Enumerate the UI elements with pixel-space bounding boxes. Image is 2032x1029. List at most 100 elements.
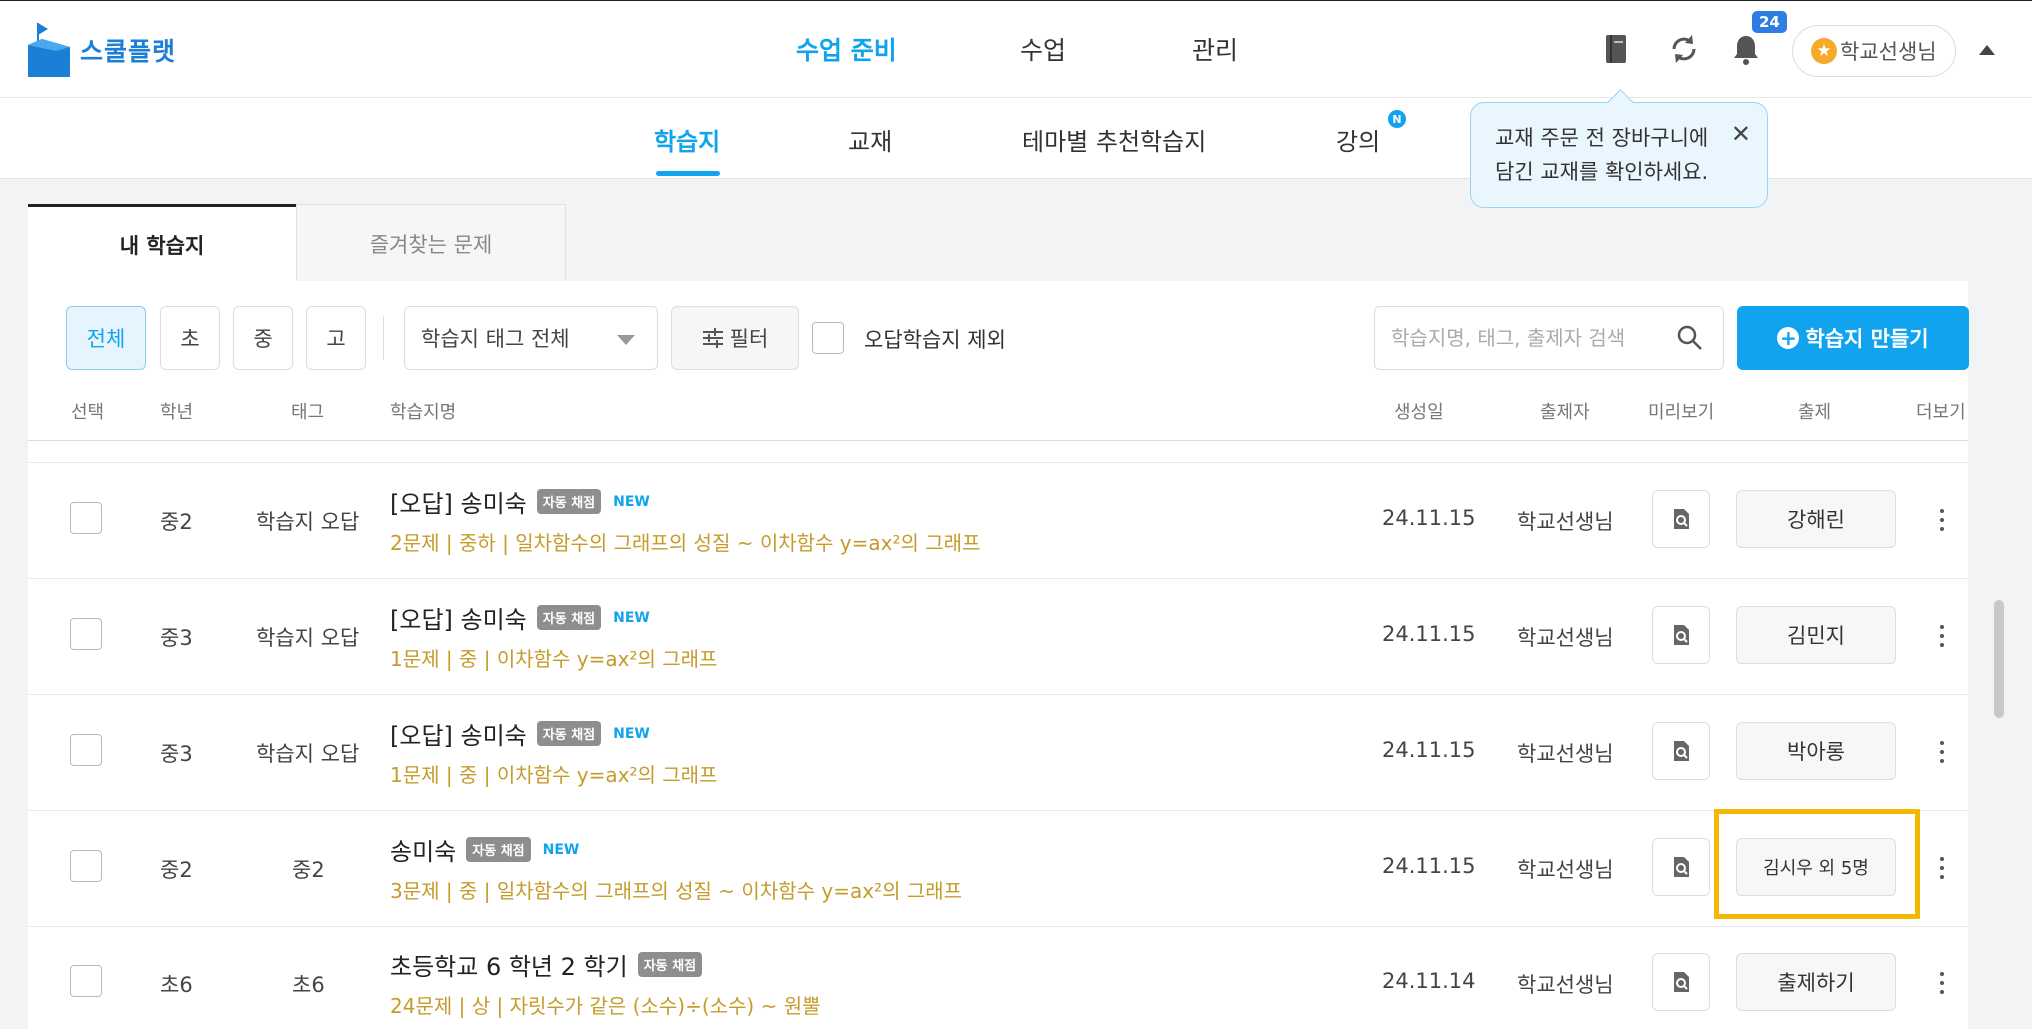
nav-item-class[interactable]: 수업 [1020, 31, 1066, 67]
row-subtitle: 24문제 | 상 | 자릿수가 같은 (소수)÷(소수) ~ 원뿔 [390, 994, 821, 1018]
row-checkbox[interactable] [70, 734, 102, 766]
user-menu[interactable]: ★ 학교선생님 [1792, 25, 1956, 77]
subnav-item-theme-recommend[interactable]: 테마별 추천학습지 [1022, 122, 1206, 157]
preview-icon [1674, 625, 1689, 645]
auto-grade-tag: 자동 채점 [536, 489, 602, 514]
row-title[interactable]: [오답] 송미숙 자동 채점 NEW [390, 716, 650, 751]
tab-favorite-questions[interactable]: 즐겨찾는 문제 [296, 204, 566, 282]
auto-grade-tag: 자동 채점 [637, 952, 703, 977]
row-subtitle: 2문제 | 중하 | 일차함수의 그래프의 성질 ~ 이차함수 y=ax²의 그… [390, 531, 981, 555]
preview-button[interactable] [1652, 490, 1710, 548]
row-title-text: [오답] 송미숙 [390, 490, 527, 518]
row-grade: 중3 [160, 626, 193, 650]
create-worksheet-button[interactable]: + 학습지 만들기 [1737, 306, 1969, 370]
row-title[interactable]: 송미숙 자동 채점 NEW [390, 832, 579, 867]
scrollbar[interactable] [1994, 600, 2004, 718]
toolbar-divider [383, 316, 384, 360]
row-checkbox[interactable] [70, 850, 102, 882]
new-tag: NEW [613, 725, 650, 742]
preview-button[interactable] [1652, 722, 1710, 780]
more-icon[interactable] [1934, 509, 1950, 531]
row-subtitle: 1문제 | 중 | 이차함수 y=ax²의 그래프 [390, 763, 718, 787]
col-grade: 학년 [160, 402, 194, 423]
user-name: 학교선생님 [1840, 40, 1937, 64]
more-icon[interactable] [1934, 741, 1950, 763]
row-author: 학교선생님 [1517, 510, 1614, 534]
row-tag: 학습지 오답 [256, 510, 360, 534]
grade-filter-high[interactable]: 고 [306, 306, 366, 370]
row-checkbox[interactable] [70, 618, 102, 650]
search-icon [1677, 325, 1702, 350]
filter-button[interactable]: 필터 [671, 306, 799, 370]
sliders-icon [702, 328, 723, 348]
new-tag: NEW [542, 841, 580, 858]
active-tab-underline [656, 171, 720, 176]
bell-icon[interactable] [1728, 31, 1764, 67]
more-icon[interactable] [1934, 625, 1950, 647]
grade-filter-all[interactable]: 전체 [66, 306, 146, 370]
col-preview: 미리보기 [1648, 402, 1715, 423]
search-button[interactable] [1657, 306, 1724, 370]
row-divider [28, 926, 1968, 927]
assign-button[interactable]: 출제하기 [1736, 953, 1896, 1011]
logo-flag-icon [28, 23, 70, 77]
row-title-text: 초등학교 6 학년 2 학기 [390, 953, 628, 981]
subnav-item-textbook[interactable]: 교재 [848, 122, 892, 157]
more-icon[interactable] [1934, 972, 1950, 994]
highlight-box [1714, 809, 1920, 919]
assign-button[interactable]: 김민지 [1736, 606, 1896, 664]
row-subtitle: 1문제 | 중 | 이차함수 y=ax²의 그래프 [390, 647, 718, 671]
grade-filter-elementary[interactable]: 초 [160, 306, 220, 370]
row-grade: 중2 [160, 858, 193, 882]
row-author: 학교선생님 [1517, 626, 1614, 650]
cart-tooltip: 교재 주문 전 장바구니에 담긴 교재를 확인하세요. ✕ [1470, 102, 1768, 208]
row-checkbox[interactable] [70, 502, 102, 534]
caret-up-icon[interactable] [1979, 45, 1995, 55]
row-tag: 중2 [292, 858, 325, 882]
col-more: 더보기 [1916, 402, 1966, 423]
tooltip-line-1: 교재 주문 전 장바구니에 [1495, 126, 1709, 150]
book-icon[interactable] [1598, 31, 1634, 67]
row-divider [28, 462, 1968, 463]
preview-button[interactable] [1652, 838, 1710, 896]
row-grade: 중3 [160, 742, 193, 766]
row-date: 24.11.15 [1382, 854, 1476, 878]
row-date: 24.11.15 [1382, 506, 1476, 530]
row-date: 24.11.14 [1382, 969, 1476, 993]
subnav-item-lecture[interactable]: 강의 [1336, 122, 1380, 157]
preview-button[interactable] [1652, 606, 1710, 664]
plus-circle-icon: + [1777, 327, 1800, 349]
preview-icon [1674, 857, 1689, 877]
row-checkbox[interactable] [70, 965, 102, 997]
auto-grade-tag: 자동 채점 [466, 837, 531, 862]
grade-filter-middle[interactable]: 중 [233, 306, 293, 370]
refresh-icon[interactable] [1666, 31, 1702, 67]
col-select: 선택 [71, 402, 105, 423]
preview-button[interactable] [1652, 953, 1710, 1011]
tag-select[interactable]: 학습지 태그 전체 [404, 306, 658, 370]
subnav-item-worksheet[interactable]: 학습지 [654, 122, 720, 157]
logo-text: 스쿨플랫 [80, 37, 177, 66]
logo[interactable]: 스쿨플랫 [28, 23, 176, 77]
col-tag: 태그 [291, 402, 325, 423]
close-icon[interactable]: ✕ [1731, 117, 1751, 151]
chevron-down-icon [617, 335, 635, 345]
search-input[interactable] [1374, 306, 1658, 370]
row-title[interactable]: [오답] 송미숙 자동 채점 NEW [390, 600, 650, 635]
row-title[interactable]: 초등학교 6 학년 2 학기 자동 채점 [390, 947, 703, 982]
auto-grade-tag: 자동 채점 [536, 721, 602, 746]
assign-button[interactable]: 강해린 [1736, 490, 1896, 548]
col-assign: 출제 [1798, 402, 1832, 423]
preview-icon [1674, 509, 1689, 529]
nav-item-class-prep[interactable]: 수업 준비 [796, 31, 897, 67]
tab-my-worksheets[interactable]: 내 학습지 [28, 204, 296, 282]
nav-item-manage[interactable]: 관리 [1192, 31, 1238, 67]
row-tag: 초6 [292, 973, 325, 997]
exclude-wrong-checkbox[interactable] [812, 322, 844, 354]
more-icon[interactable] [1934, 857, 1950, 879]
new-tag: NEW [613, 609, 650, 626]
assign-button[interactable]: 박아롱 [1736, 722, 1896, 780]
row-date: 24.11.15 [1382, 622, 1476, 646]
auto-grade-tag: 자동 채점 [536, 605, 602, 630]
row-title[interactable]: [오답] 송미숙 자동 채점 NEW [390, 484, 650, 519]
